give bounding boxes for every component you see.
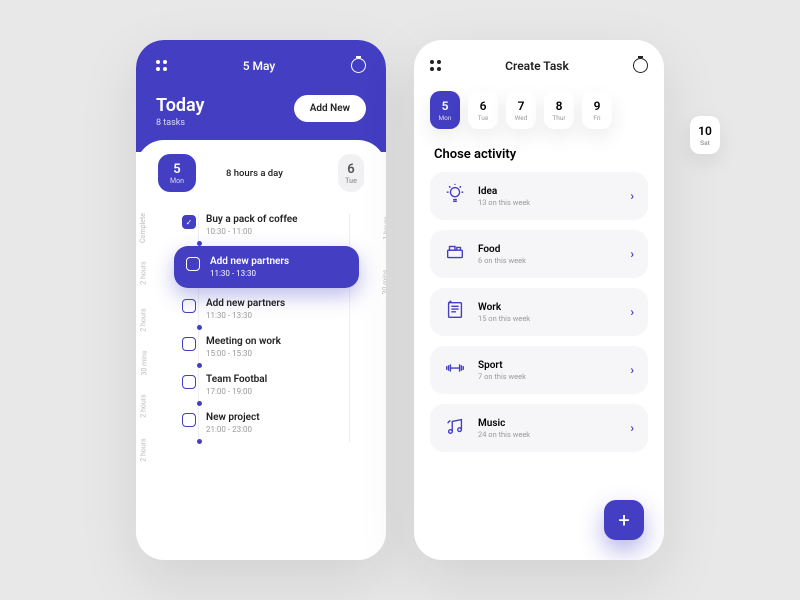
day-overflow[interactable]: 10 Sat	[690, 116, 720, 154]
duration-label: 2 hours	[140, 394, 148, 417]
activity-name: Food	[478, 244, 526, 255]
activity-count: 13 on this week	[478, 198, 530, 207]
create-title: Create Task	[505, 59, 569, 73]
task-time: 11:30 - 13:30	[206, 311, 285, 320]
section-heading: Chose activity	[434, 147, 648, 162]
activity-name: Sport	[478, 360, 526, 371]
task-item[interactable]: Team Footbal 17:00 - 19:00	[182, 366, 364, 404]
duration-label-right: 30 mins	[382, 270, 386, 295]
activity-count: 7 on this week	[478, 372, 526, 381]
duration-label: 30 mins	[140, 351, 148, 376]
idea-icon	[444, 183, 466, 209]
task-title: Team Footbal	[206, 374, 267, 385]
day-chip[interactable]: 8Thur	[544, 91, 574, 129]
task-item[interactable]: ✓ Buy a pack of coffee 10:30 - 11:00	[182, 206, 364, 244]
task-title: Add new partners	[210, 256, 289, 267]
timer-icon[interactable]	[633, 58, 648, 73]
phone-create: Create Task 5Mon 6Tue 7Wed 8Thur 9Fri Chose …	[414, 40, 664, 560]
day-chip[interactable]: 7Wed	[506, 91, 536, 129]
activity-name: Work	[478, 302, 530, 313]
duration-label: 2 hours	[140, 438, 148, 461]
duration-label: 2 hours	[140, 261, 148, 284]
chevron-right-icon: ›	[630, 247, 634, 261]
task-title: Buy a pack of coffee	[206, 214, 298, 225]
task-checkbox[interactable]	[182, 375, 196, 389]
menu-dots-icon[interactable]	[430, 60, 441, 71]
task-checkbox[interactable]	[186, 257, 200, 271]
activity-count: 6 on this week	[478, 256, 526, 265]
task-item[interactable]: Meeting on work 15:00 - 15:30	[182, 328, 364, 366]
music-icon	[444, 415, 466, 441]
day-picker: 5Mon 6Tue 7Wed 8Thur 9Fri	[430, 91, 648, 129]
day-chip[interactable]: 6Tue	[468, 91, 498, 129]
task-title: New project	[206, 412, 260, 423]
task-checkbox[interactable]	[182, 299, 196, 313]
duration-label: 2 hours	[140, 308, 148, 331]
activity-item[interactable]: Work15 on this week ›	[430, 288, 648, 336]
timeline-dot	[197, 439, 202, 444]
today-header: 5 May Today 8 tasks Add New	[136, 40, 386, 152]
activity-name: Music	[478, 418, 530, 429]
activity-count: 15 on this week	[478, 314, 530, 323]
task-count: 8 tasks	[156, 118, 205, 128]
task-checkbox[interactable]	[182, 413, 196, 427]
activity-list: Idea13 on this week › Food6 on this week…	[430, 172, 648, 452]
chevron-right-icon: ›	[630, 421, 634, 435]
chevron-right-icon: ›	[630, 363, 634, 377]
task-time: 10:30 - 11:00	[206, 227, 298, 236]
task-title: Meeting on work	[206, 336, 281, 347]
task-time: 21:00 - 23:00	[206, 425, 260, 434]
activity-item[interactable]: Idea13 on this week ›	[430, 172, 648, 220]
timer-icon[interactable]	[351, 58, 366, 73]
task-checkbox[interactable]: ✓	[182, 215, 196, 229]
task-list: Complete 2 hours 2 hours 30 mins 2 hours…	[136, 206, 386, 442]
task-item[interactable]: Add new partners 11:30 - 13:30	[174, 246, 359, 288]
task-time: 11:30 - 13:30	[210, 269, 289, 278]
sport-icon	[444, 357, 466, 383]
duration-label-right: 1 hours	[382, 216, 386, 239]
today-body: 5 Mon 8 hours a day 6 Tue Complete 2 hou…	[136, 140, 386, 442]
today-heading: Today	[156, 95, 205, 116]
task-time: 17:00 - 19:00	[206, 387, 267, 396]
add-new-button[interactable]: Add New	[294, 95, 366, 122]
chevron-right-icon: ›	[630, 189, 634, 203]
activity-count: 24 on this week	[478, 430, 530, 439]
day-chip[interactable]: 9Fri	[582, 91, 612, 129]
work-icon	[444, 299, 466, 325]
activity-item[interactable]: Sport7 on this week ›	[430, 346, 648, 394]
quota-label: 8 hours a day	[226, 168, 283, 179]
chevron-right-icon: ›	[630, 305, 634, 319]
task-title: Add new partners	[206, 298, 285, 309]
task-item[interactable]: New project 21:00 - 23:00	[182, 404, 364, 442]
menu-dots-icon[interactable]	[156, 60, 167, 71]
task-checkbox[interactable]	[182, 337, 196, 351]
activity-name: Idea	[478, 186, 530, 197]
day-chip[interactable]: 5Mon	[430, 91, 460, 129]
task-item[interactable]: Add new partners 11:30 - 13:30	[182, 290, 364, 328]
duration-label: Complete	[139, 213, 147, 243]
fab-add-button[interactable]: +	[604, 500, 644, 540]
phone-today: 5 May Today 8 tasks Add New 5 Mon 8 hour…	[136, 40, 386, 560]
food-icon	[444, 241, 466, 267]
day-next[interactable]: 6 Tue	[338, 154, 364, 192]
header-date: 5 May	[243, 59, 276, 73]
activity-item[interactable]: Music24 on this week ›	[430, 404, 648, 452]
activity-item[interactable]: Food6 on this week ›	[430, 230, 648, 278]
task-time: 15:00 - 15:30	[206, 349, 281, 358]
day-selected[interactable]: 5 Mon	[158, 154, 196, 192]
